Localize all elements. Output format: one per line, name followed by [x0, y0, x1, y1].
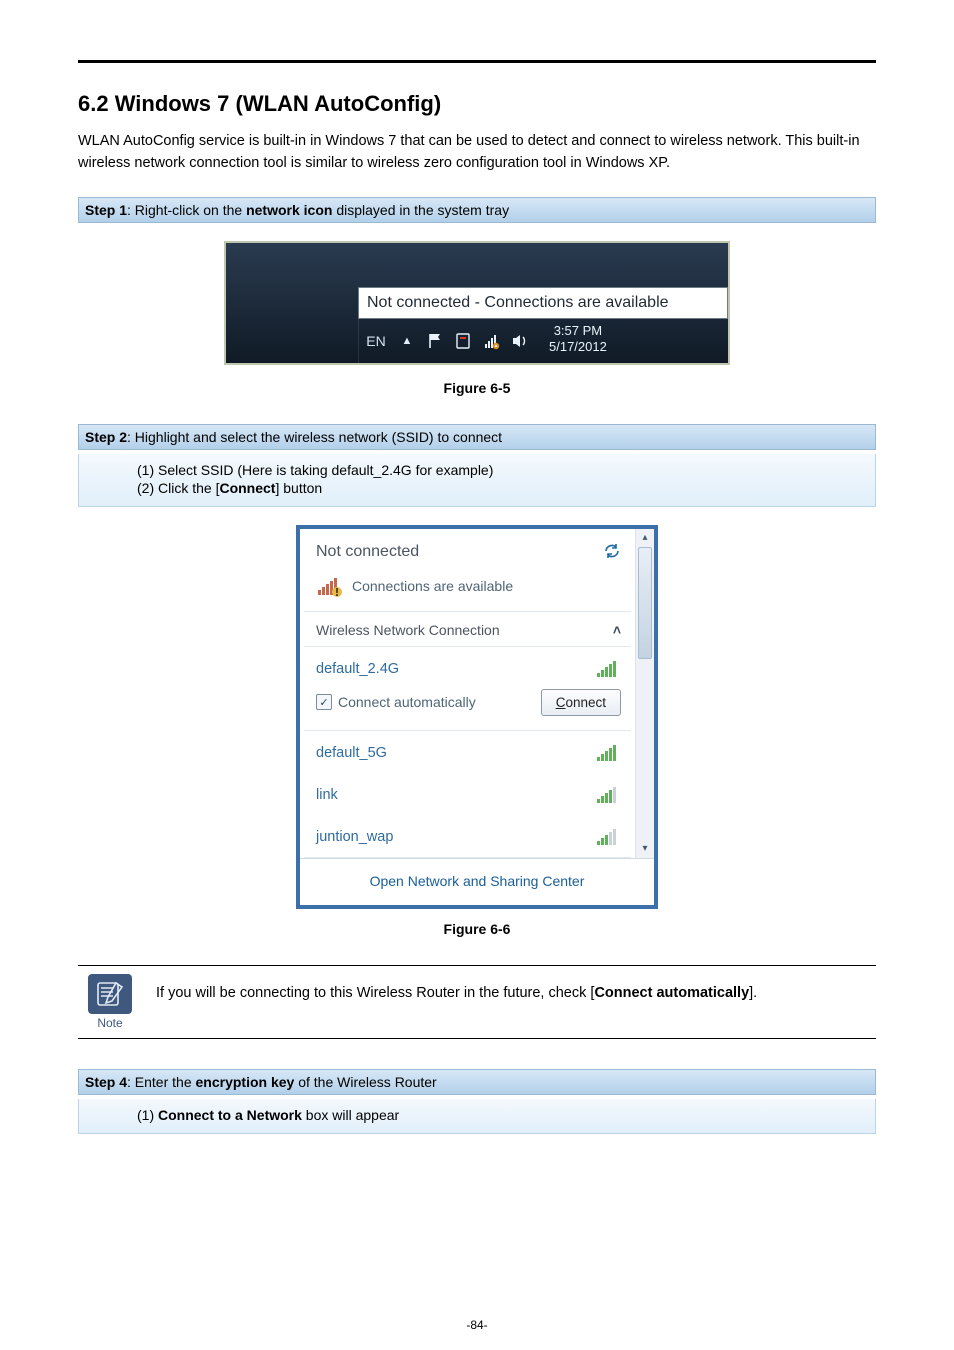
network-name: default_5G	[316, 745, 387, 761]
volume-icon[interactable]	[511, 332, 529, 350]
network-name: link	[316, 787, 338, 803]
step4-text-a: : Enter the	[127, 1074, 195, 1090]
signal-strength-icon	[595, 827, 621, 847]
step4-text-b: of the Wireless Router	[294, 1074, 436, 1090]
scroll-down-icon[interactable]: ▾	[636, 840, 654, 858]
note-text: If you will be connecting to this Wirele…	[142, 966, 876, 1038]
network-item[interactable]: default_5G	[300, 731, 635, 773]
network-flyout: Not connected	[296, 525, 658, 909]
taskbar-clock[interactable]: 3:57 PM 5/17/2012	[535, 319, 617, 363]
flyout-section-label: Wireless Network Connection	[316, 622, 500, 638]
note-box: Note If you will be connecting to this W…	[78, 965, 876, 1039]
step1-bar: Step 1: Right-click on the network icon …	[78, 197, 876, 223]
connect-automatically-checkbox[interactable]: ✓ Connect automatically	[316, 694, 476, 710]
figure-6-6-caption: Figure 6-6	[78, 921, 876, 937]
flyout-availability: Connections are available	[352, 578, 513, 594]
checkbox-icon: ✓	[316, 694, 332, 710]
note-label: Note	[97, 1016, 122, 1030]
step2-line1: (1) Select SSID (Here is taking default_…	[137, 462, 867, 478]
network-icon[interactable]	[483, 332, 501, 350]
open-network-center-link[interactable]: Open Network and Sharing Center	[300, 858, 654, 905]
tray-icons	[421, 319, 535, 363]
section-heading: 6.2 Windows 7 (WLAN AutoConfig)	[78, 91, 876, 117]
figure-6-5: Not connected - Connections are availabl…	[78, 241, 876, 368]
network-item[interactable]: juntion_wap	[300, 815, 635, 857]
network-item[interactable]: default_2.4G	[300, 647, 635, 689]
network-item-controls: ✓ Connect automatically Connect	[300, 689, 635, 730]
flyout-title: Not connected	[316, 543, 419, 561]
refresh-icon[interactable]	[603, 543, 621, 563]
step2-text: : Highlight and select the wireless netw…	[127, 429, 502, 445]
signal-warning-icon	[316, 575, 344, 597]
action-center-icon[interactable]	[455, 332, 473, 350]
scroll-up-icon[interactable]: ▴	[636, 529, 654, 547]
step4-bar: Step 4: Enter the encryption key of the …	[78, 1069, 876, 1095]
tray-expand-arrow-icon[interactable]: ▲	[393, 319, 421, 363]
step4-prefix: Step 4	[85, 1074, 127, 1090]
taskbar-tooltip: Not connected - Connections are availabl…	[358, 287, 728, 319]
intro-paragraph: WLAN AutoConfig service is built-in in W…	[78, 131, 876, 175]
step2-prefix: Step 2	[85, 429, 127, 445]
figure-6-6: Not connected	[78, 525, 876, 909]
step4-line1: (1) Connect to a Network box will appear	[137, 1107, 867, 1123]
language-indicator[interactable]: EN	[358, 319, 393, 363]
signal-strength-icon	[595, 785, 621, 805]
network-list: default_2.4G ✓ Connect automatically Connec…	[300, 647, 635, 857]
figure-6-5-caption: Figure 6-5	[78, 380, 876, 396]
page-top-rule	[78, 60, 876, 63]
step2-bar: Step 2: Highlight and select the wireles…	[78, 424, 876, 450]
step4-bold-a: encryption key	[196, 1074, 295, 1090]
step4-subbar: (1) Connect to a Network box will appear	[78, 1099, 876, 1134]
taskbar: Not connected - Connections are availabl…	[224, 241, 730, 365]
scroll-thumb[interactable]	[638, 547, 652, 659]
chevron-up-icon[interactable]: ˄	[613, 622, 621, 638]
step1-text-a: : Right-click on the	[127, 202, 246, 218]
step1-prefix: Step 1	[85, 202, 127, 218]
signal-strength-icon	[595, 743, 621, 763]
network-item[interactable]: link	[300, 773, 635, 815]
network-name: default_2.4G	[316, 661, 399, 677]
connect-automatically-label: Connect automatically	[338, 694, 476, 710]
flag-icon[interactable]	[427, 332, 445, 350]
page-number: -84-	[0, 1318, 954, 1332]
step2-subbar: (1) Select SSID (Here is taking default_…	[78, 454, 876, 507]
note-icon	[88, 974, 132, 1014]
step2-line2: (2) Click the [Connect] button	[137, 480, 867, 496]
network-name: juntion_wap	[316, 829, 393, 845]
step1-bold-a: network icon	[246, 202, 332, 218]
connect-button[interactable]: Connect	[541, 689, 621, 716]
step1-text-b: displayed in the system tray	[332, 202, 509, 218]
signal-strength-icon	[595, 659, 621, 679]
clock-date: 5/17/2012	[549, 339, 607, 355]
flyout-scrollbar[interactable]: ▴ ▾	[635, 529, 654, 858]
clock-time: 3:57 PM	[549, 323, 607, 339]
